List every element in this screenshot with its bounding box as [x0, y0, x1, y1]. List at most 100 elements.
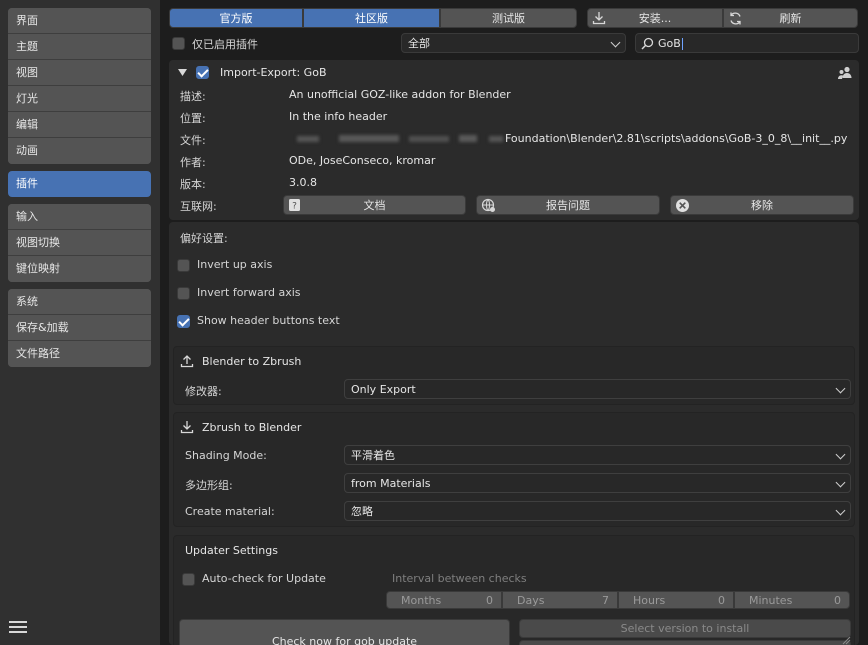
blender-to-zbrush-box: Blender to Zbrush 修改器: Only Export — [173, 346, 855, 405]
hours-field[interactable]: Hours 0 — [618, 591, 734, 609]
sidebar-group-3: 系统 保存&加载 文件路径 — [8, 289, 151, 367]
remove-label: 移除 — [751, 199, 773, 212]
create-material-value: 忽略 — [351, 505, 373, 518]
polygroup-value: from Materials — [351, 477, 431, 490]
months-value: 0 — [486, 594, 493, 607]
hours-value: 0 — [718, 594, 725, 607]
svg-text:?: ? — [292, 202, 297, 212]
tab-official[interactable]: 官方版 — [169, 8, 303, 28]
file-value: Foundation\Blender\2.81\scripts\addons\G… — [505, 132, 848, 145]
globe-bug-icon — [481, 198, 495, 212]
sidebar-item-input[interactable]: 输入 — [8, 204, 151, 230]
addon-enable-checkbox[interactable] — [196, 66, 209, 79]
file-label: 文件: — [180, 134, 206, 147]
report-bug-button[interactable]: 报告问题 — [476, 195, 660, 215]
author-label: 作者: — [180, 156, 206, 169]
sidebar-group-1: 界面 主题 视图 灯光 编辑 动画 — [8, 8, 151, 164]
menu-icon[interactable] — [9, 618, 27, 636]
enabled-only-checkbox[interactable] — [172, 37, 185, 50]
sidebar-item-viewport[interactable]: 视图 — [8, 60, 151, 86]
zbrush-to-blender-box: Zbrush to Blender Shading Mode: 平滑着色 多边形… — [173, 412, 855, 527]
blender-to-zbrush-title: Blender to Zbrush — [202, 355, 302, 368]
download-icon — [180, 421, 194, 434]
search-icon — [641, 37, 654, 50]
days-value: 7 — [602, 594, 609, 607]
interval-label: Interval between checks — [392, 572, 527, 585]
sidebar-group-2: 输入 视图切换 键位映射 — [8, 204, 151, 282]
enabled-only-label: 仅已启用插件 — [192, 38, 258, 51]
docs-button[interactable]: ? 文档 — [283, 195, 466, 215]
updater-box: Updater Settings Auto-check for Update I… — [173, 535, 855, 645]
create-material-dropdown[interactable]: 忽略 — [344, 501, 851, 521]
check-now-button[interactable]: Check now for gob update — [179, 619, 510, 645]
addon-title: Import-Export: GoB — [220, 66, 327, 79]
location-value: In the info header — [289, 110, 388, 123]
author-value: ODe, JoseConseco, kromar — [289, 154, 436, 167]
remove-button[interactable]: 移除 — [670, 195, 854, 215]
shading-mode-dropdown[interactable]: 平滑着色 — [344, 445, 851, 465]
category-value: 全部 — [408, 37, 430, 50]
invert-forward-checkbox[interactable] — [177, 287, 190, 300]
sidebar-item-navigation[interactable]: 视图切换 — [8, 230, 151, 256]
expand-triangle-icon[interactable] — [178, 69, 187, 77]
sidebar-item-themes[interactable]: 主题 — [8, 34, 151, 60]
category-dropdown[interactable]: 全部 — [401, 33, 626, 53]
secondary-updater-button[interactable] — [519, 640, 851, 645]
location-label: 位置: — [180, 112, 206, 125]
show-header-text-label: Show header buttons text — [197, 314, 340, 327]
tab-testing[interactable]: 测试版 — [440, 8, 577, 28]
chevron-down-icon — [835, 477, 846, 488]
refresh-label: 刷新 — [779, 12, 802, 25]
modifier-label: 修改器: — [185, 385, 222, 398]
desc-value: An unofficial GOZ-like addon for Blender — [289, 88, 511, 101]
version-label: 版本: — [180, 178, 206, 191]
download-icon — [592, 12, 606, 25]
invert-up-label: Invert up axis — [197, 258, 273, 271]
search-input[interactable]: GoB — [635, 33, 859, 53]
remove-x-icon — [676, 199, 689, 212]
zbrush-to-blender-title: Zbrush to Blender — [202, 421, 302, 434]
minutes-field[interactable]: Minutes 0 — [734, 591, 850, 609]
upload-icon — [180, 355, 194, 368]
create-material-label: Create material: — [185, 505, 275, 518]
refresh-button[interactable]: 刷新 — [723, 8, 858, 28]
shading-mode-value: 平滑着色 — [351, 449, 395, 462]
sidebar-item-editing[interactable]: 编辑 — [8, 112, 151, 138]
chevron-down-icon — [610, 37, 621, 48]
autocheck-label: Auto-check for Update — [202, 572, 326, 585]
desc-label: 描述: — [180, 90, 206, 103]
resize-grip-icon[interactable] — [841, 636, 851, 645]
blurred-path-prefix — [289, 134, 504, 144]
invert-up-checkbox[interactable] — [177, 259, 190, 272]
months-label: Months — [401, 594, 442, 607]
refresh-icon — [730, 12, 741, 25]
polygroup-dropdown[interactable]: from Materials — [344, 473, 851, 493]
polygroup-label: 多边形组: — [185, 479, 233, 492]
show-header-text-checkbox[interactable] — [177, 315, 190, 328]
select-version-button[interactable]: Select version to install — [519, 619, 851, 638]
sidebar-item-animation[interactable]: 动画 — [8, 138, 151, 164]
months-field[interactable]: Months 0 — [386, 591, 502, 609]
install-button[interactable]: 安装... — [587, 8, 723, 28]
modifier-dropdown[interactable]: Only Export — [344, 379, 851, 399]
addons-main: 官方版 社区版 测试版 安装... 刷新 仅已启用插件 全部 GoB Impor… — [160, 0, 868, 645]
chevron-down-icon — [835, 449, 846, 460]
sidebar-item-keymap[interactable]: 键位映射 — [8, 256, 151, 282]
tab-community[interactable]: 社区版 — [303, 8, 440, 28]
days-label: Days — [517, 594, 545, 607]
sidebar-group-active: 插件 — [8, 171, 151, 197]
preferences-panel: 偏好设置: Invert up axis Invert forward axis… — [169, 222, 859, 645]
sidebar-item-save-load[interactable]: 保存&加载 — [8, 315, 151, 341]
days-field[interactable]: Days 7 — [502, 591, 618, 609]
updater-title: Updater Settings — [185, 544, 278, 557]
sidebar-item-addons[interactable]: 插件 — [8, 171, 151, 197]
sidebar-item-lights[interactable]: 灯光 — [8, 86, 151, 112]
autocheck-checkbox[interactable] — [182, 573, 195, 586]
install-label: 安装... — [638, 12, 672, 25]
addon-panel: Import-Export: GoB 描述: An unofficial GOZ… — [169, 60, 859, 220]
community-users-icon — [838, 66, 852, 79]
sidebar-item-system[interactable]: 系统 — [8, 289, 151, 315]
sidebar-item-interface[interactable]: 界面 — [8, 8, 151, 34]
preferences-header: 偏好设置: — [180, 232, 228, 245]
sidebar-item-file-paths[interactable]: 文件路径 — [8, 341, 151, 367]
